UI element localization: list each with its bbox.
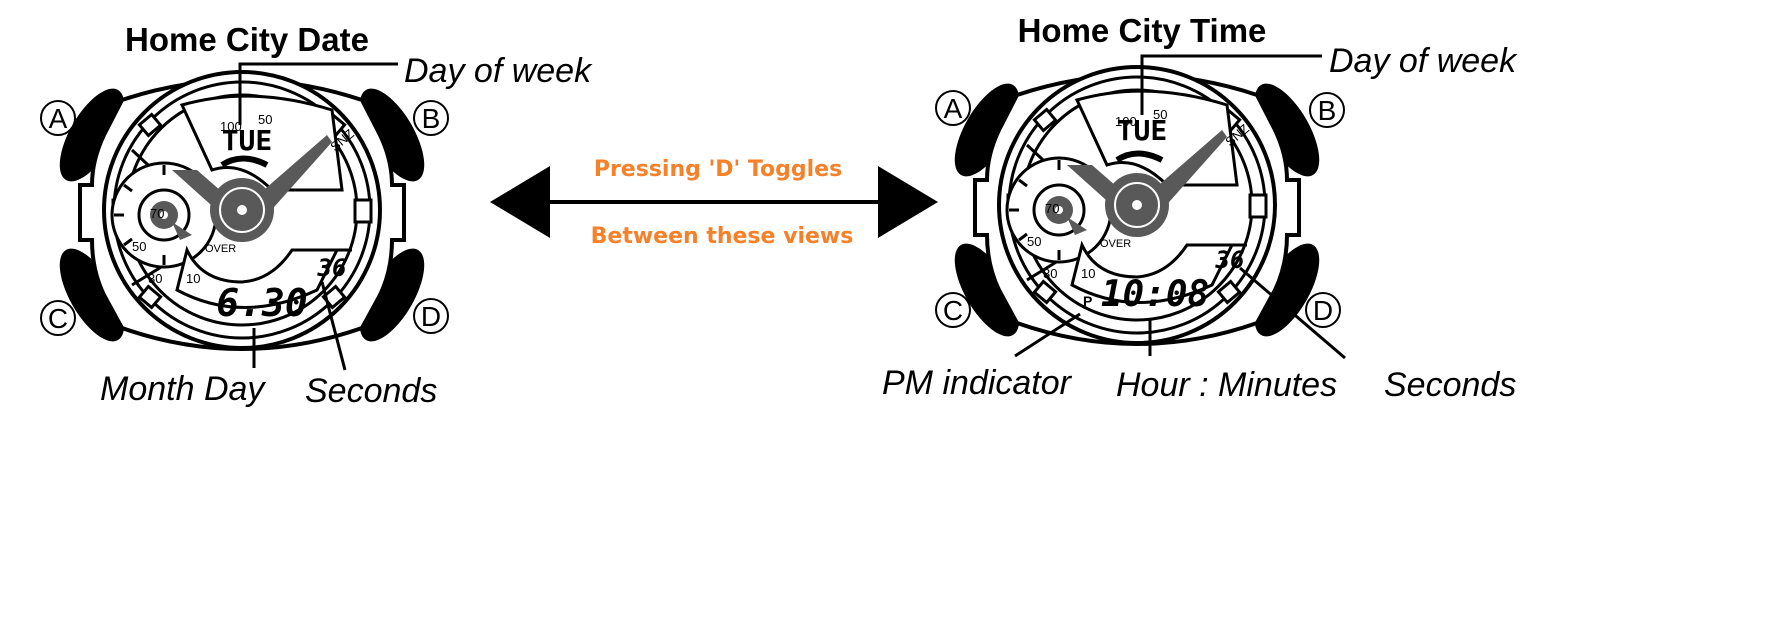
label-month-day: Month Day bbox=[100, 370, 266, 408]
button-d-label: D bbox=[1313, 295, 1333, 326]
button-c-label: C bbox=[943, 295, 963, 326]
subdial-10: 10 bbox=[186, 271, 200, 286]
button-c-label: C bbox=[48, 303, 68, 334]
button-a-label: A bbox=[49, 103, 68, 134]
seconds-display: 36 bbox=[317, 254, 347, 282]
button-b-label: B bbox=[1318, 95, 1337, 126]
button-a-label: A bbox=[944, 93, 963, 124]
subdial-30: 30 bbox=[148, 271, 162, 286]
button-b-label: B bbox=[422, 103, 441, 134]
label-hour-minutes: Hour : Minutes bbox=[1116, 366, 1337, 404]
left-title: Home City Date bbox=[125, 21, 369, 58]
label-seconds: Seconds bbox=[305, 372, 437, 410]
right-watch: Home City Time A B C D 100 50 SNZ 70 50 … bbox=[882, 12, 1518, 404]
subdial-70: 70 bbox=[150, 206, 164, 221]
date-display: 6.30 bbox=[216, 281, 308, 325]
day-display: TUE bbox=[1117, 114, 1168, 147]
left-watch: Home City Date A B C D 100 50 SNZ 70 50 … bbox=[40, 21, 593, 410]
pm-mark: P bbox=[1083, 293, 1092, 309]
subdial-50: 50 bbox=[132, 239, 146, 254]
subdial-30: 30 bbox=[1043, 266, 1057, 281]
right-title: Home City Time bbox=[1018, 12, 1267, 49]
diagram-canvas: Home City Date A B C D 100 50 SNZ 70 50 … bbox=[0, 0, 1792, 642]
button-d-label: D bbox=[421, 301, 441, 332]
label-pm-indicator: PM indicator bbox=[882, 364, 1073, 402]
subdial-50: 50 bbox=[1027, 234, 1041, 249]
caption-line-1: Pressing 'D' Toggles bbox=[594, 157, 842, 182]
label-seconds: Seconds bbox=[1384, 366, 1516, 404]
label-day-of-week: Day of week bbox=[404, 52, 593, 90]
watch-diagram: Home City Date A B C D 100 50 SNZ 70 50 … bbox=[40, 12, 1518, 410]
over-mark: OVER bbox=[1100, 238, 1131, 250]
time-display: 10:08 bbox=[1101, 274, 1209, 315]
day-display: TUE bbox=[222, 124, 273, 157]
label-day-of-week: Day of week bbox=[1329, 42, 1518, 80]
over-mark: OVER bbox=[205, 243, 236, 255]
caption-line-2: Between these views bbox=[591, 224, 854, 249]
subdial-10: 10 bbox=[1081, 266, 1095, 281]
subdial-70: 70 bbox=[1045, 201, 1059, 216]
